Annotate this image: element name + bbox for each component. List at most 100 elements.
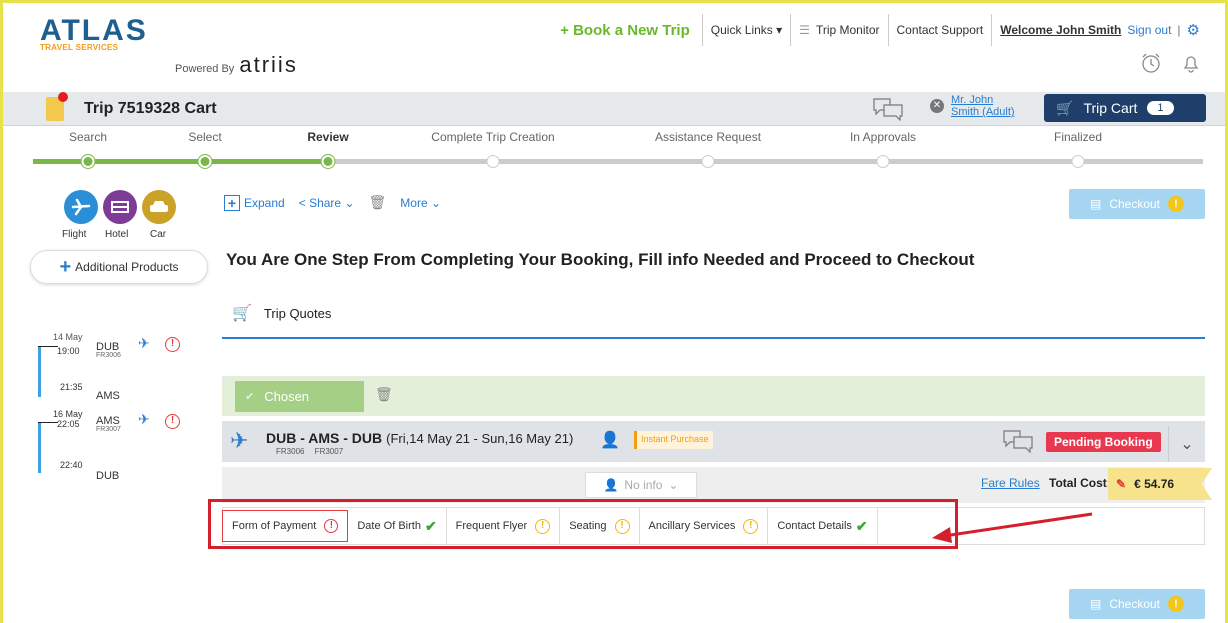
book-new-trip-link[interactable]: + Book a New Trip: [552, 14, 703, 46]
fare-rules-link[interactable]: Fare Rules: [981, 476, 1040, 490]
trip-quotes-tab[interactable]: 🛒 Trip Quotes: [232, 303, 331, 323]
step-label[interactable]: Search: [69, 130, 107, 144]
quick-links-dropdown[interactable]: Quick Links ▾: [703, 14, 792, 46]
chat-icon[interactable]: [1002, 429, 1034, 453]
chat-icon[interactable]: [872, 97, 904, 121]
car-product-button[interactable]: [142, 190, 176, 224]
quote-header-band: [222, 376, 1205, 416]
no-info-label: No info: [624, 478, 663, 492]
expand-label: Expand: [244, 195, 285, 210]
red-arrow: [932, 512, 1093, 543]
checkout-button-bottom[interactable]: ▤ Checkout!: [1069, 589, 1205, 619]
leg2-to: DUB: [96, 470, 120, 482]
step-connector: [33, 159, 88, 164]
sign-out-link[interactable]: Sign out: [1127, 23, 1171, 37]
cart-toolbar: + Expand < Share ⌄ 🗑 More ⌄: [224, 194, 441, 211]
flight-codes: FR3006 FR3007: [276, 447, 344, 456]
step-label[interactable]: In Approvals: [850, 130, 916, 144]
route-dates: (Fri,14 May 21 - Sun,16 May 21): [386, 431, 574, 446]
expand-icon: +: [224, 194, 240, 211]
page-heading: You Are One Step From Completing Your Bo…: [226, 250, 975, 269]
checkout-label: Checkout: [1109, 597, 1161, 611]
header-icons: [1140, 52, 1202, 74]
total-cost-label: Total Cost:: [1049, 476, 1111, 490]
share-dropdown[interactable]: < Share ⌄: [299, 196, 355, 210]
step-connector: [493, 159, 708, 164]
powered-by: Powered By atriis: [175, 52, 298, 78]
atlas-logo[interactable]: ATLAS TRAVEL SERVICES: [40, 14, 148, 53]
edit-pencil-icon[interactable]: ✎: [1116, 477, 1126, 491]
cart-title: Trip 7519328 Cart: [84, 100, 217, 117]
highlight-box: [208, 499, 958, 549]
atriis-logo: atriis: [239, 52, 298, 77]
car-label: Car: [150, 229, 167, 240]
leg2-arr-time: 22:40: [60, 460, 83, 470]
flight-product-button[interactable]: [64, 190, 98, 224]
checkout-label: Checkout: [1109, 197, 1161, 211]
settings-icon[interactable]: ⚙: [1187, 21, 1200, 39]
checkout-icon: ▤: [1089, 197, 1102, 211]
warning-icon: !: [1168, 596, 1185, 612]
step-label[interactable]: Assistance Request: [655, 130, 761, 144]
traveler-name-line1: Mr. John: [951, 94, 994, 106]
remove-traveler-icon[interactable]: ✕: [930, 99, 944, 113]
leg1-flight: FR3006: [96, 352, 121, 359]
plus-icon: +: [59, 256, 72, 278]
traveler-icon[interactable]: 👤: [600, 430, 620, 450]
itin-leg1-date: 14 May: [53, 331, 83, 343]
hotel-product-button[interactable]: [103, 190, 137, 224]
total-cost-amount: € 54.76: [1134, 477, 1175, 491]
bell-icon[interactable]: [1180, 52, 1202, 74]
step-dot: [321, 155, 335, 168]
leg2-flight: FR3007: [96, 426, 121, 433]
additional-products-button[interactable]: + Additional Products: [30, 250, 208, 284]
step-connector: [328, 159, 493, 164]
trip-quotes-label: Trip Quotes: [263, 305, 332, 321]
leg2-tick: [38, 422, 58, 423]
step-connector: [88, 159, 205, 164]
step-label[interactable]: Finalized: [1054, 130, 1102, 144]
delete-quote-icon[interactable]: 🗑: [375, 386, 393, 403]
step-label[interactable]: Review: [307, 130, 348, 144]
alert-icon[interactable]: !: [165, 414, 180, 429]
traveler-name-link[interactable]: Mr. John Smith (Adult): [951, 94, 1015, 118]
contact-support-link[interactable]: Contact Support: [889, 14, 993, 46]
trip-cart-button[interactable]: 🛒 Trip Cart 1: [1044, 94, 1206, 122]
alarm-clock-icon[interactable]: [1140, 52, 1162, 74]
flight-route: DUB - AMS - DUB (Fri,14 May 21 - Sun,16 M…: [266, 430, 573, 446]
trip-monitor-link[interactable]: ☰ Trip Monitor: [791, 14, 889, 46]
expand-chevron-icon[interactable]: ⌄: [1168, 426, 1205, 462]
leg1-to: AMS: [96, 390, 120, 402]
step-dot: [876, 155, 890, 168]
alert-icon[interactable]: !: [165, 337, 180, 352]
plane-icon: ✈: [138, 335, 150, 351]
leg2-time: 22:05: [57, 419, 80, 429]
person-icon: 👤: [603, 478, 619, 492]
delete-icon[interactable]: 🗑: [369, 194, 387, 211]
leg1-bar: [38, 346, 41, 397]
more-dropdown[interactable]: More ⌄: [400, 196, 441, 210]
step-dot: [81, 155, 95, 168]
checkout-button-top[interactable]: ▤ Checkout!: [1069, 189, 1205, 219]
no-info-dropdown[interactable]: 👤 No info ⌄: [585, 472, 697, 498]
route-label: DUB - AMS - DUB: [266, 430, 383, 446]
notification-dot: [58, 92, 68, 102]
chevron-down-icon: ⌄: [668, 478, 679, 492]
list-icon: ☰: [799, 23, 810, 37]
expand-button[interactable]: + Expand: [224, 194, 285, 211]
leg1-time: 19:00: [57, 346, 80, 356]
logo-text: ATLAS: [40, 14, 148, 47]
warning-icon: !: [1168, 196, 1185, 212]
chosen-button[interactable]: ✔ Chosen: [235, 381, 364, 412]
plane-icon: ✈: [138, 411, 150, 427]
total-cost-value: ✎ € 54.76: [1108, 468, 1212, 500]
powered-by-label: Powered By: [175, 63, 235, 75]
flight-label: Flight: [62, 229, 87, 240]
step-label[interactable]: Complete Trip Creation: [431, 130, 554, 144]
welcome-user-link[interactable]: Welcome John Smith: [1000, 23, 1121, 37]
leg2-bar: [38, 422, 41, 473]
step-dot: [486, 155, 500, 168]
step-label[interactable]: Select: [188, 130, 221, 144]
section-divider: [222, 337, 1205, 339]
step-dot: [701, 155, 715, 168]
